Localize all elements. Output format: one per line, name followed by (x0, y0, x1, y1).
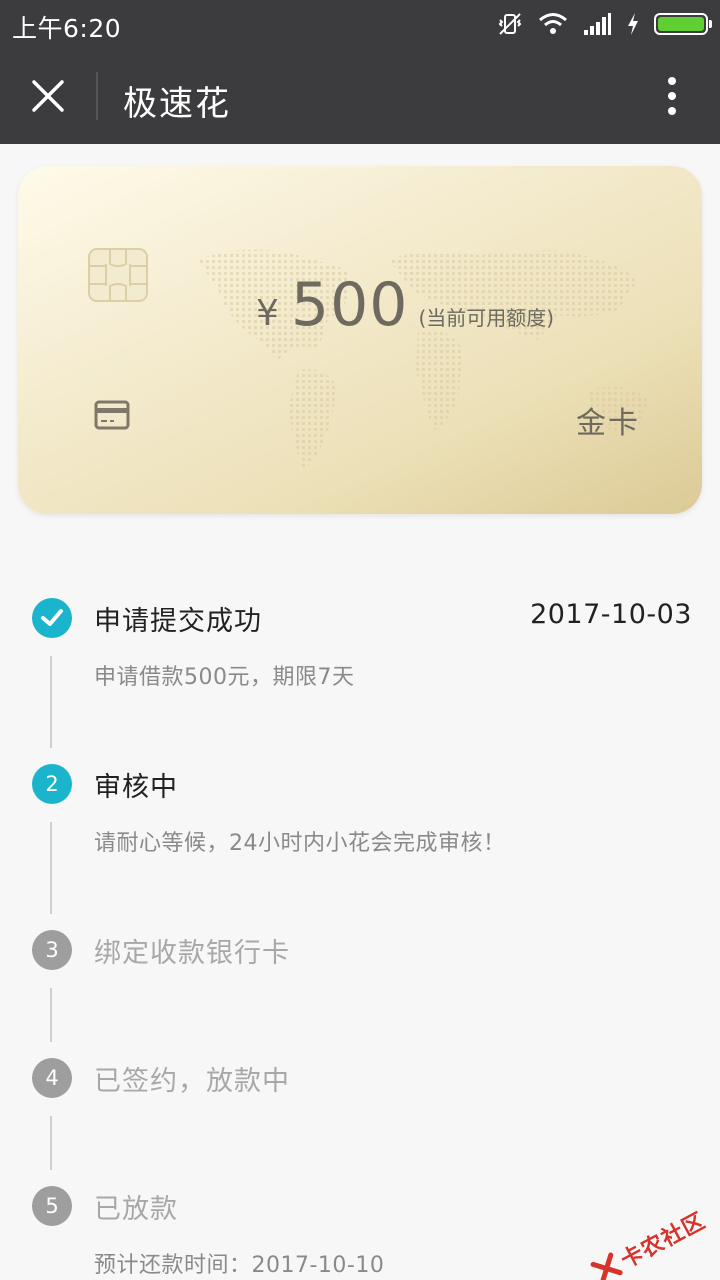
step-connector (50, 822, 52, 914)
step-title: 已放款 (94, 1194, 178, 1225)
step-title: 审核中 (94, 772, 178, 803)
step-desc: 申请借款500元，期限7天 (94, 665, 355, 690)
credit-card: ¥ 500 (当前可用额度) 金卡 (18, 166, 702, 514)
watermark-text: 卡农社区 (616, 1208, 710, 1274)
status-bar: 上午6:20 (0, 0, 720, 48)
currency-symbol: ¥ (256, 293, 279, 334)
close-icon (32, 80, 64, 112)
app-bar: 极速花 (0, 48, 720, 144)
step-desc: 预计还款时间：2017-10-10 (94, 1253, 385, 1278)
check-icon (32, 598, 72, 638)
status-time: 上午6:20 (12, 14, 122, 43)
more-button[interactable] (648, 72, 696, 120)
step-number: 2 (32, 764, 72, 804)
close-button[interactable] (24, 72, 72, 120)
step-title: 申请提交成功 (94, 606, 262, 637)
battery-icon (654, 13, 712, 35)
step-date: 2017-10-03 (530, 599, 692, 630)
chip-icon (88, 248, 148, 302)
charging-icon (628, 13, 638, 35)
status-icons (496, 10, 712, 38)
step-title: 绑定收款银行卡 (94, 938, 290, 969)
credit-card-icon (94, 400, 130, 430)
signal-icon (584, 13, 611, 35)
available-credit: ¥ 500 (当前可用额度) (256, 270, 554, 340)
appbar-divider (96, 72, 98, 120)
page-title: 极速花 (123, 84, 231, 124)
step-title: 已签约，放款中 (94, 1066, 290, 1097)
step-connector (50, 656, 52, 748)
card-tier: 金卡 (576, 406, 640, 441)
credit-amount-note: (当前可用额度) (418, 306, 555, 330)
step-desc: 请耐心等候，24小时内小花会完成审核！ (94, 831, 506, 856)
step-connector (50, 988, 52, 1042)
watermark: 卡农社区 (588, 1203, 711, 1280)
world-map-icon (198, 249, 648, 470)
step-number: 3 (32, 930, 72, 970)
step-number: 4 (32, 1058, 72, 1098)
step-number: 5 (32, 1186, 72, 1226)
more-vertical-icon (668, 77, 676, 115)
wifi-icon (539, 13, 567, 34)
step-connector (50, 1116, 52, 1170)
credit-amount: 500 (290, 270, 409, 340)
vibrate-off-icon (498, 13, 522, 35)
